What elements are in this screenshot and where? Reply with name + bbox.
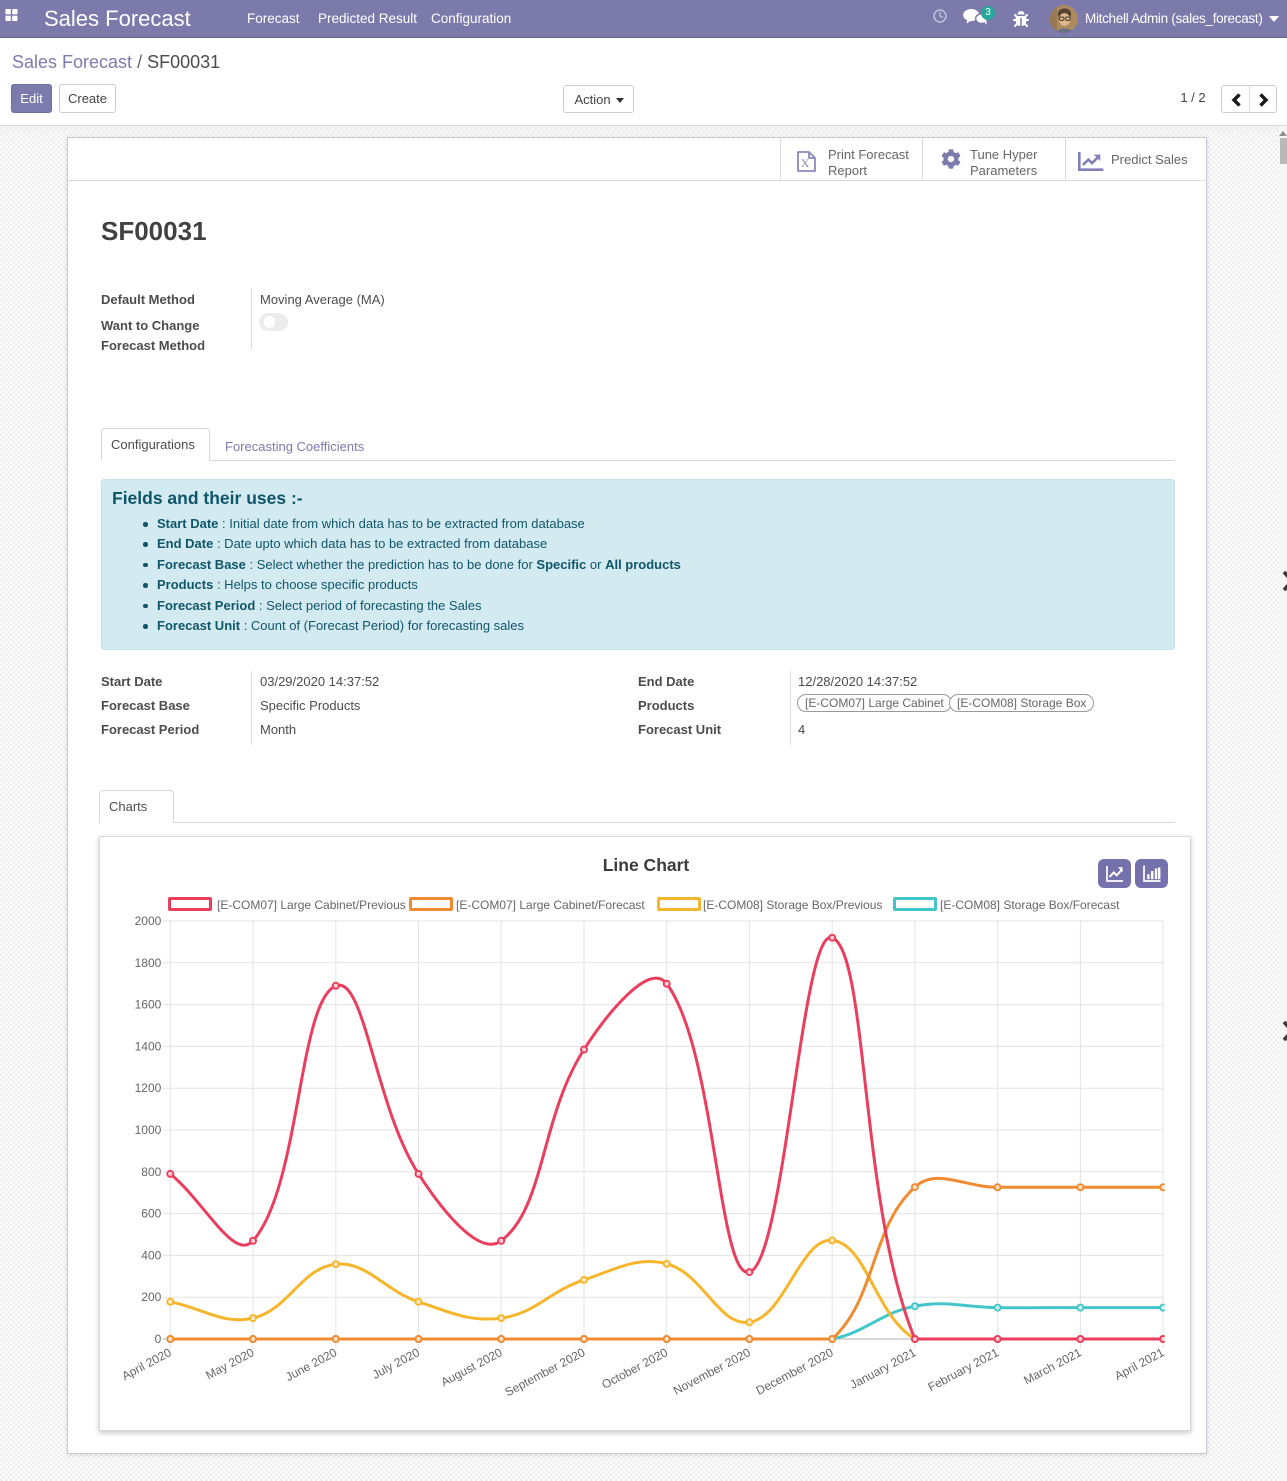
svg-text:400: 400 <box>141 1248 161 1262</box>
svg-text:August 2020: August 2020 <box>439 1345 505 1389</box>
svg-text:April 2021: April 2021 <box>1112 1345 1167 1383</box>
svg-text:800: 800 <box>141 1165 161 1179</box>
svg-text:1400: 1400 <box>135 1039 162 1053</box>
svg-text:February 2021: February 2021 <box>926 1345 1002 1394</box>
svg-text:1600: 1600 <box>135 998 162 1012</box>
svg-text:June 2020: June 2020 <box>283 1345 339 1384</box>
svg-text:600: 600 <box>141 1207 161 1221</box>
svg-text:April 2020: April 2020 <box>119 1345 174 1383</box>
svg-text:October 2020: October 2020 <box>599 1345 670 1392</box>
svg-text:September 2020: September 2020 <box>502 1345 587 1399</box>
svg-text:1200: 1200 <box>135 1081 162 1095</box>
svg-text:December 2020: December 2020 <box>754 1345 836 1398</box>
svg-text:March 2021: March 2021 <box>1021 1345 1084 1387</box>
svg-text:1000: 1000 <box>135 1123 162 1137</box>
svg-text:May 2020: May 2020 <box>203 1345 256 1382</box>
svg-text:2000: 2000 <box>135 914 162 928</box>
svg-text:July 2020: July 2020 <box>370 1345 422 1382</box>
svg-text:November 2020: November 2020 <box>671 1345 753 1398</box>
svg-text:January 2021: January 2021 <box>848 1345 919 1392</box>
svg-text:0: 0 <box>155 1332 162 1346</box>
svg-text:X: X <box>801 158 810 170</box>
svg-text:1800: 1800 <box>135 956 162 970</box>
svg-text:200: 200 <box>141 1290 161 1304</box>
